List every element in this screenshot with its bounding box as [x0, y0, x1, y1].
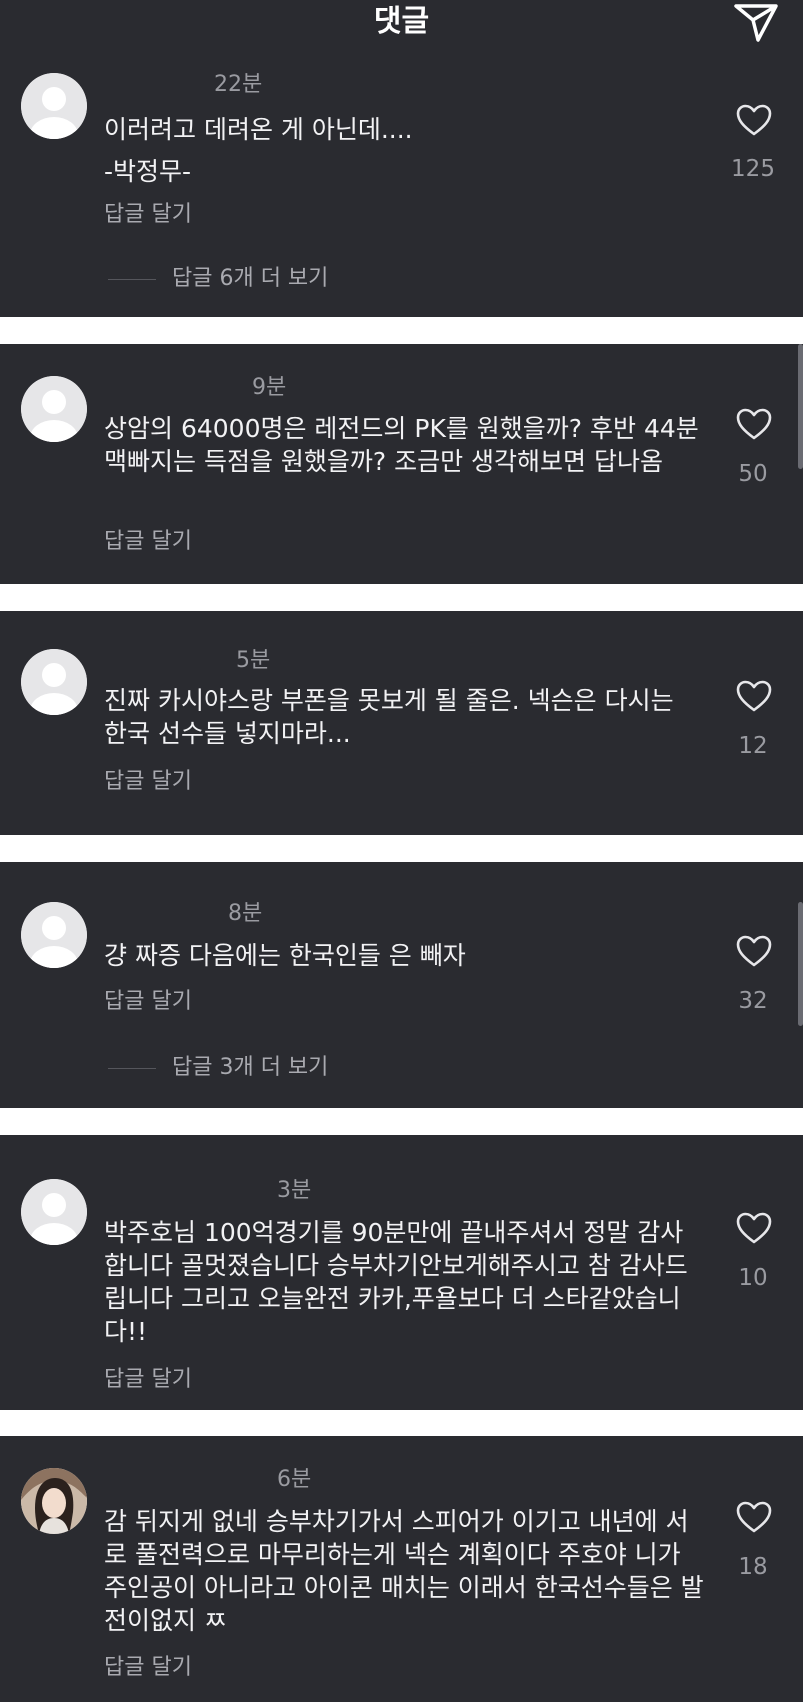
heart-like-icon[interactable] — [735, 1500, 773, 1534]
view-more-replies-label: 답글 3개 더 보기 — [172, 1055, 329, 1080]
heart-like-icon[interactable] — [735, 934, 773, 968]
reply-button[interactable]: 답글 달기 — [104, 201, 192, 229]
comment-text: 걍 짜증 다음에는 한국인들 은 빼자 — [104, 941, 466, 970]
reply-button[interactable]: 답글 달기 — [104, 988, 192, 1016]
comment-item-3: 5분 진짜 카시야스랑 부폰을 못보게 될 줄은. 넥슨은 다시는 한국 선수들… — [0, 611, 803, 835]
heart-like-icon[interactable] — [735, 1211, 773, 1245]
scrollbar[interactable] — [798, 344, 803, 469]
reply-button[interactable]: 답글 달기 — [104, 1366, 192, 1394]
like-count: 50 — [738, 461, 768, 487]
view-more-replies-label: 답글 6개 더 보기 — [172, 266, 329, 291]
avatar[interactable] — [21, 649, 87, 715]
comment-time: 3분 — [277, 1178, 312, 1203]
divider — [108, 279, 156, 280]
comment-time: 22분 — [214, 72, 263, 97]
comment-time: 9분 — [252, 375, 287, 400]
like-count: 18 — [738, 1554, 768, 1580]
avatar[interactable] — [21, 1179, 87, 1245]
comment-text: 박주호님 100억경기를 90분만에 끝내주셔서 정말 감사합니다 골멋졌습니다… — [104, 1218, 688, 1346]
reply-button[interactable]: 답글 달기 — [104, 768, 192, 796]
comment-time: 5분 — [236, 648, 271, 673]
send-paper-plane-icon[interactable] — [732, 2, 780, 42]
comment-text: 진짜 카시야스랑 부폰을 못보게 될 줄은. 넥슨은 다시는 한국 선수들 넣지… — [104, 686, 674, 748]
comment-text: 감 뒤지게 없네 승부차기가서 스피어가 이기고 내년에 서로 풀전력으로 마무… — [104, 1507, 704, 1635]
comments-header: 댓글 — [0, 0, 803, 66]
scrollbar[interactable] — [798, 902, 803, 1026]
like-count: 12 — [738, 733, 768, 759]
avatar[interactable] — [21, 902, 87, 968]
comment-time: 6분 — [277, 1467, 312, 1492]
comment-item-4: 8분 걍 짜증 다음에는 한국인들 은 빼자 답글 달기 답글 3개 더 보기 … — [0, 862, 803, 1108]
like-count: 125 — [731, 156, 775, 182]
reply-button[interactable]: 답글 달기 — [104, 1654, 192, 1682]
reply-button[interactable]: 답글 달기 — [104, 528, 192, 556]
avatar[interactable] — [21, 73, 87, 139]
comment-item-5: 3분 박주호님 100억경기를 90분만에 끝내주셔서 정말 감사합니다 골멋졌… — [0, 1135, 803, 1410]
comment-item-6: 6분 감 뒤지게 없네 승부차기가서 스피어가 이기고 내년에 서로 풀전력으로… — [0, 1436, 803, 1702]
comment-time: 8분 — [228, 901, 263, 926]
like-count: 10 — [738, 1265, 768, 1291]
comment-text: 이러려고 데려온 게 아닌데.... -박정무- — [104, 115, 413, 186]
divider — [108, 1068, 156, 1069]
avatar[interactable] — [21, 1468, 87, 1534]
avatar[interactable] — [21, 376, 87, 442]
heart-like-icon[interactable] — [735, 407, 773, 441]
heart-like-icon[interactable] — [735, 103, 773, 137]
heart-like-icon[interactable] — [735, 679, 773, 713]
page-title: 댓글 — [373, 4, 430, 39]
like-count: 32 — [738, 988, 768, 1014]
comment-item-1: 22분 이러려고 데려온 게 아닌데.... -박정무- 답글 달기 답글 6개… — [0, 66, 803, 317]
comment-item-2: 9분 상암의 64000명은 레전드의 PK를 원했을까? 후반 44분 맥빠지… — [0, 344, 803, 584]
comment-text: 상암의 64000명은 레전드의 PK를 원했을까? 후반 44분 맥빠지는 득… — [104, 414, 699, 476]
